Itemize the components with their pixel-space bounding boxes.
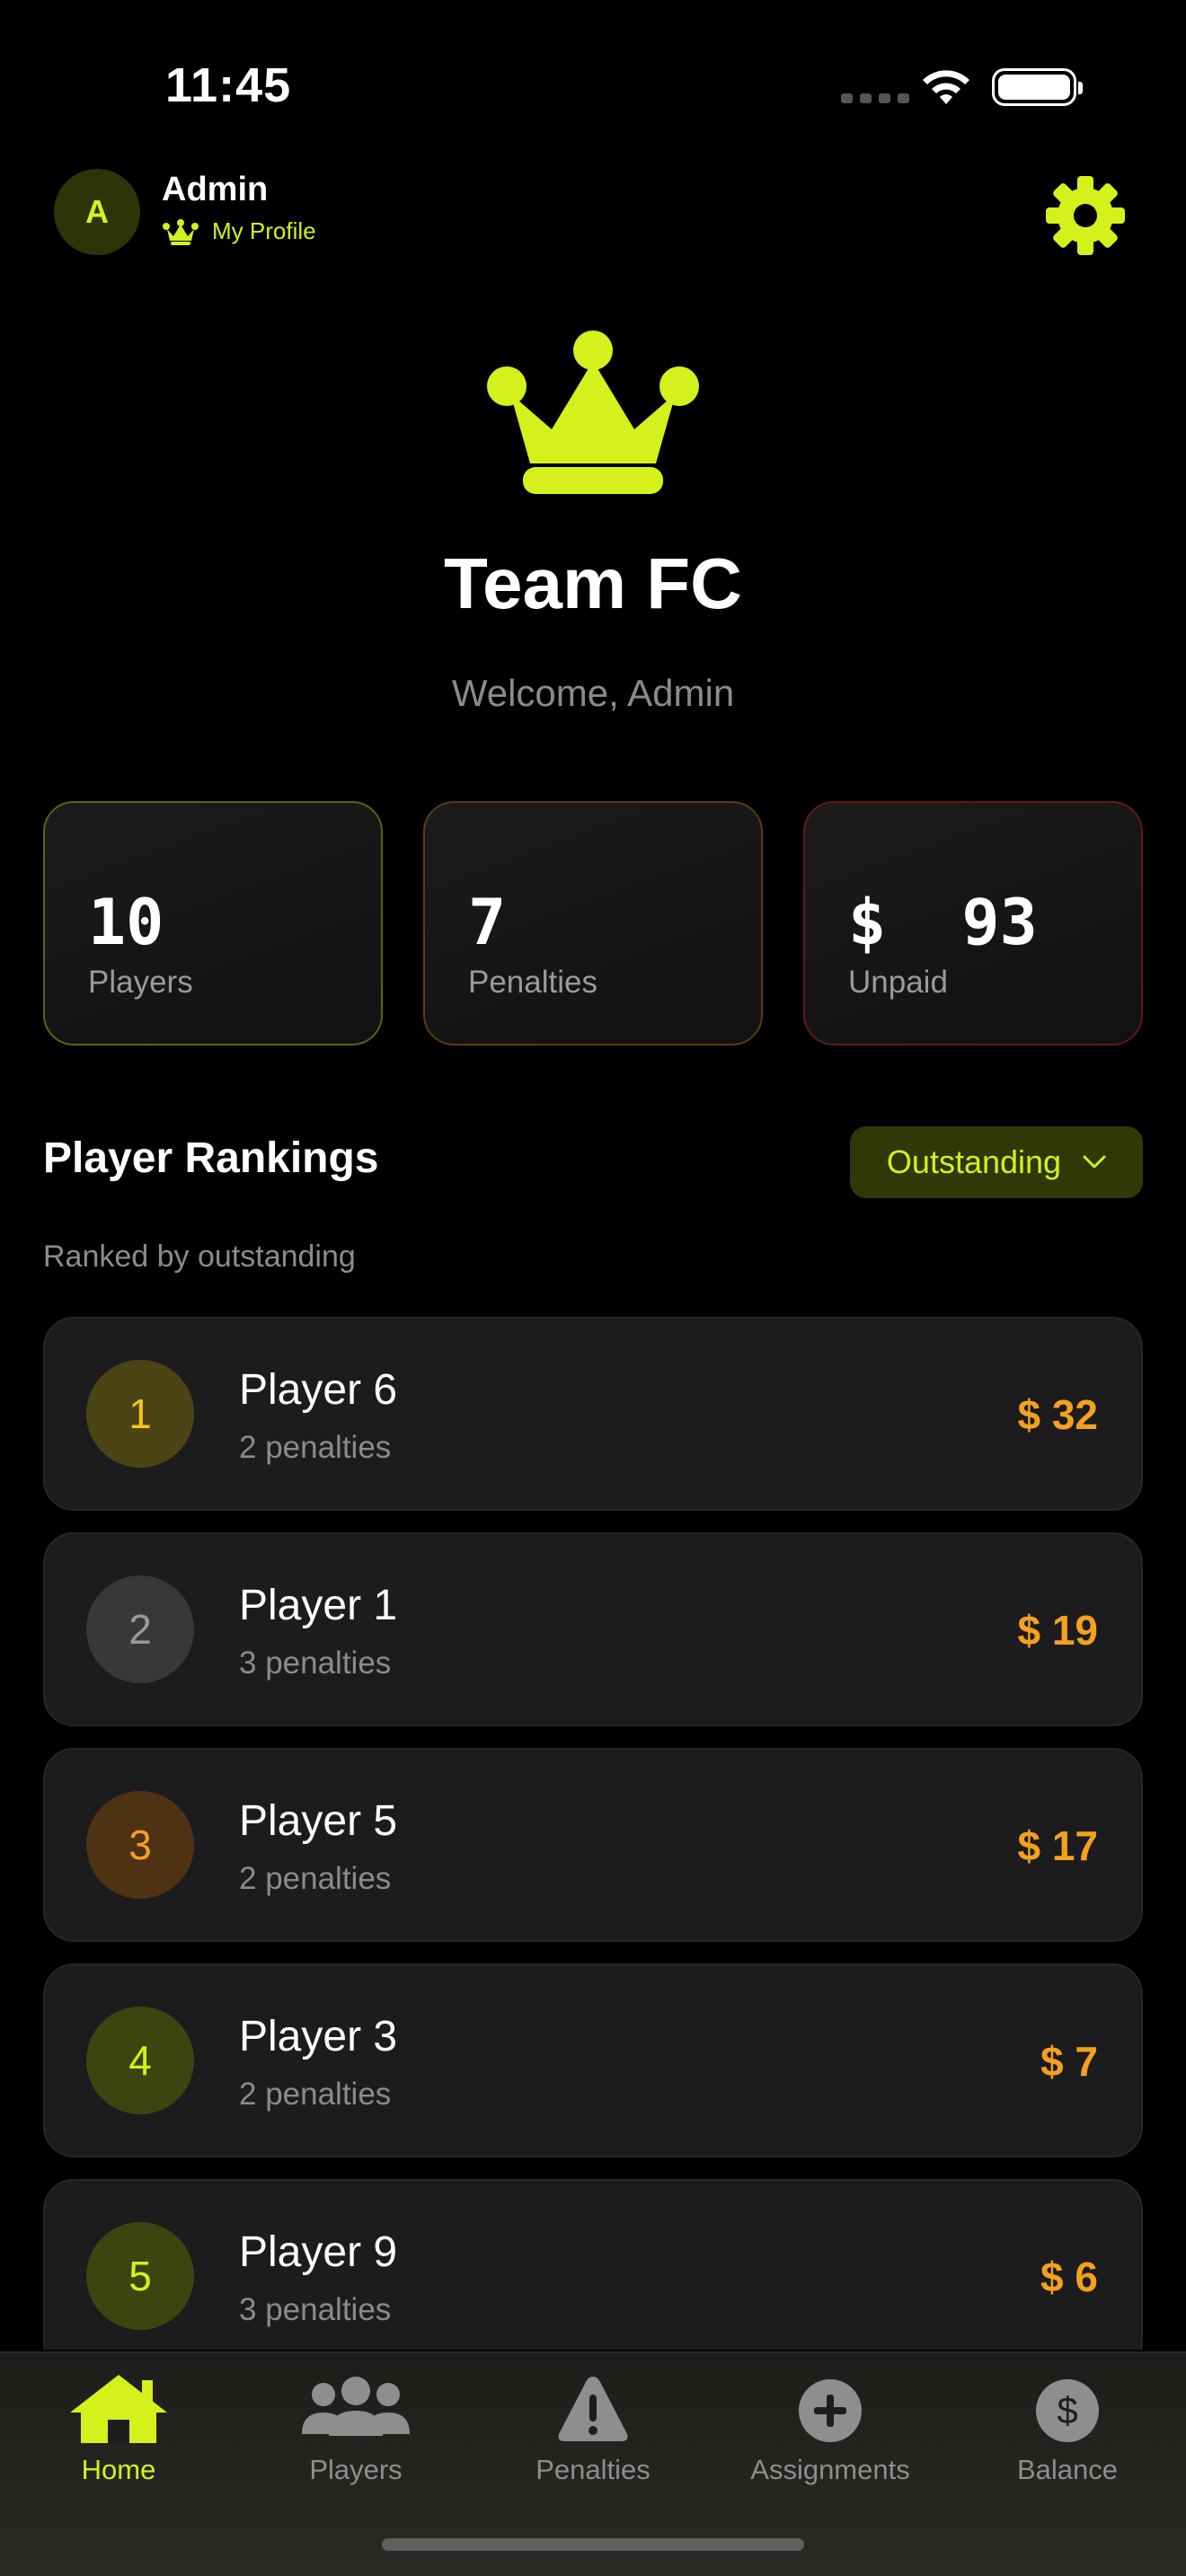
welcome-text: Welcome, Admin — [451, 672, 735, 714]
tab-penalties[interactable]: Penalties — [474, 2371, 712, 2506]
rankings-subtitle: Ranked by outstanding — [43, 1239, 356, 1274]
crown-icon — [163, 218, 199, 245]
ranking-row[interactable]: 5 Player 9 3 penalties $ 6 — [43, 2179, 1143, 2350]
ranking-row[interactable]: 2 Player 1 3 penalties $ 19 — [43, 1532, 1143, 1726]
player-name: Player 9 — [239, 2228, 398, 2276]
penalty-count: 2 penalties — [239, 1861, 392, 1896]
tab-label: Assignments — [750, 2454, 910, 2485]
profile-link[interactable]: My Profile — [162, 217, 316, 245]
penalty-count: 3 penalties — [239, 2292, 392, 2327]
tab-home[interactable]: Home — [0, 2371, 237, 2506]
penalty-count: 2 penalties — [239, 2077, 392, 2112]
profile-link-label[interactable]: My Profile — [212, 217, 316, 245]
crown-logo-icon — [487, 331, 699, 494]
rank-badge: 4 — [86, 2007, 194, 2114]
user-name: Admin — [162, 171, 269, 208]
outstanding-amount: $ 6 — [1040, 2254, 1098, 2300]
rank-badge: 1 — [86, 1360, 194, 1468]
outstanding-amount: $ 17 — [1017, 1822, 1098, 1869]
wifi-icon — [923, 70, 969, 104]
stat-card-players[interactable]: 10 Players — [43, 801, 383, 1045]
rank-badge: 2 — [86, 1575, 194, 1683]
home-icon — [70, 2375, 167, 2443]
rank-badge: 5 — [86, 2222, 194, 2330]
warning-icon — [558, 2377, 628, 2441]
stat-value: 10 — [88, 886, 164, 959]
stat-value: $ 93 — [848, 886, 1038, 959]
tab-label: Balance — [1016, 2454, 1119, 2485]
stat-card-penalties[interactable]: 7 Penalties — [423, 801, 763, 1045]
tab-players[interactable]: Players — [237, 2371, 474, 2506]
tab-assignments[interactable]: Assignments — [712, 2371, 949, 2506]
outstanding-amount: $ 7 — [1040, 2038, 1098, 2085]
svg-text:$: $ — [1057, 2389, 1077, 2431]
chevron-down-icon — [1083, 1155, 1106, 1169]
signal-icon — [841, 93, 909, 103]
stat-card-unpaid[interactable]: $ 93 Unpaid — [803, 801, 1143, 1045]
stat-label: Unpaid — [848, 965, 948, 1000]
home-indicator — [382, 2538, 804, 2551]
stat-label: Players — [88, 965, 193, 1000]
sort-filter-label: Outstanding — [886, 1143, 1062, 1180]
rankings-title: Player Rankings — [43, 1134, 379, 1182]
tab-balance[interactable]: $ Balance — [949, 2371, 1186, 2506]
dollar-circle-icon: $ — [1036, 2379, 1099, 2442]
tab-label: Home — [81, 2454, 156, 2485]
stat-value: 7 — [468, 886, 507, 959]
avatar[interactable]: A — [54, 169, 140, 255]
player-name: Player 5 — [239, 1797, 398, 1845]
tab-label: Players — [309, 2454, 403, 2485]
outstanding-amount: $ 32 — [1017, 1391, 1098, 1438]
penalty-count: 2 penalties — [239, 1430, 392, 1465]
rankings-list[interactable]: 1 Player 6 2 penalties $ 32 2 Player 1 3… — [43, 1317, 1143, 2350]
penalty-count: 3 penalties — [239, 1645, 392, 1681]
rank-badge: 3 — [86, 1791, 194, 1899]
sort-filter-button[interactable]: Outstanding — [850, 1126, 1143, 1198]
ranking-row[interactable]: 1 Player 6 2 penalties $ 32 — [43, 1317, 1143, 1511]
outstanding-amount: $ 19 — [1017, 1607, 1098, 1654]
stat-label: Penalties — [468, 965, 597, 1000]
team-title: Team FC — [444, 543, 742, 623]
player-name: Player 6 — [239, 1366, 398, 1414]
plus-circle-icon — [799, 2379, 862, 2442]
player-name: Player 3 — [239, 2013, 398, 2060]
gear-icon[interactable] — [1042, 172, 1128, 259]
player-name: Player 1 — [239, 1582, 398, 1629]
status-time: 11:45 — [165, 58, 292, 112]
ranking-row[interactable]: 3 Player 5 2 penalties $ 17 — [43, 1748, 1143, 1942]
battery-icon — [992, 68, 1083, 106]
players-icon — [302, 2377, 410, 2436]
tab-label: Penalties — [535, 2454, 651, 2485]
ranking-row[interactable]: 4 Player 3 2 penalties $ 7 — [43, 1963, 1143, 2157]
